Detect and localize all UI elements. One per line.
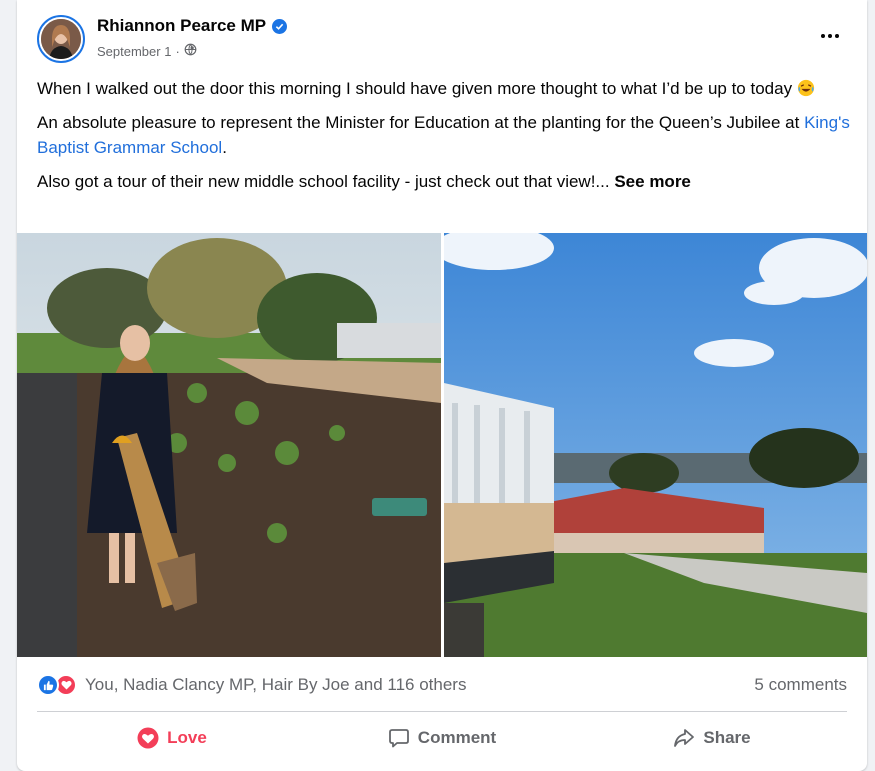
- comment-button[interactable]: Comment: [307, 716, 577, 760]
- like-reaction-icon: [37, 674, 59, 696]
- photo-school-view[interactable]: [444, 233, 867, 657]
- meta-separator: ·: [175, 43, 180, 59]
- paragraph-2-end: .: [222, 138, 227, 157]
- comment-label: Comment: [417, 728, 497, 747]
- photo-grid: [17, 233, 867, 657]
- post-date[interactable]: September 1: [97, 44, 171, 59]
- post-paragraph-3: Also got a tour of their new middle scho…: [37, 169, 852, 194]
- comments-count[interactable]: 5 comments: [754, 675, 847, 695]
- see-more-button[interactable]: See more: [614, 172, 691, 191]
- reactions-summary[interactable]: You, Nadia Clancy MP, Hair By Joe and 11…: [37, 674, 466, 696]
- verified-badge-icon: [272, 18, 288, 34]
- share-button[interactable]: Share: [577, 716, 847, 760]
- paragraph-1-text: When I walked out the door this morning …: [37, 79, 793, 98]
- paragraph-3-text: Also got a tour of their new middle scho…: [37, 172, 610, 191]
- paragraph-2-text: An absolute pleasure to represent the Mi…: [37, 113, 805, 132]
- comment-icon: [388, 729, 409, 748]
- post-paragraph-1: When I walked out the door this morning …: [37, 76, 852, 101]
- actions-divider: [37, 711, 847, 712]
- avatar-image: [41, 19, 81, 59]
- post-meta: September 1 ·: [97, 43, 197, 59]
- author-name[interactable]: Rhiannon Pearce MP: [97, 16, 288, 36]
- post-actions: Love Comment Share: [37, 716, 847, 760]
- author-avatar[interactable]: [37, 15, 85, 63]
- globe-icon[interactable]: [184, 43, 197, 59]
- laughing-emoji-icon: [797, 79, 814, 97]
- post-card: Rhiannon Pearce MP September 1 · When I …: [17, 0, 867, 771]
- share-icon: [674, 729, 695, 747]
- author-name-text[interactable]: Rhiannon Pearce MP: [97, 16, 266, 36]
- post-stats: You, Nadia Clancy MP, Hair By Joe and 11…: [37, 670, 847, 700]
- more-options-icon[interactable]: [815, 26, 845, 46]
- post-paragraph-2: An absolute pleasure to represent the Mi…: [37, 110, 852, 160]
- love-label: Love: [167, 728, 207, 747]
- share-label: Share: [703, 728, 751, 747]
- post-header: Rhiannon Pearce MP September 1 ·: [17, 0, 867, 72]
- post-text: When I walked out the door this morning …: [37, 76, 852, 203]
- photo-planting[interactable]: [17, 233, 441, 657]
- heart-icon: [137, 727, 159, 749]
- reaction-icons: [37, 674, 77, 696]
- reactions-text[interactable]: You, Nadia Clancy MP, Hair By Joe and 11…: [85, 675, 466, 695]
- love-button[interactable]: Love: [37, 716, 307, 760]
